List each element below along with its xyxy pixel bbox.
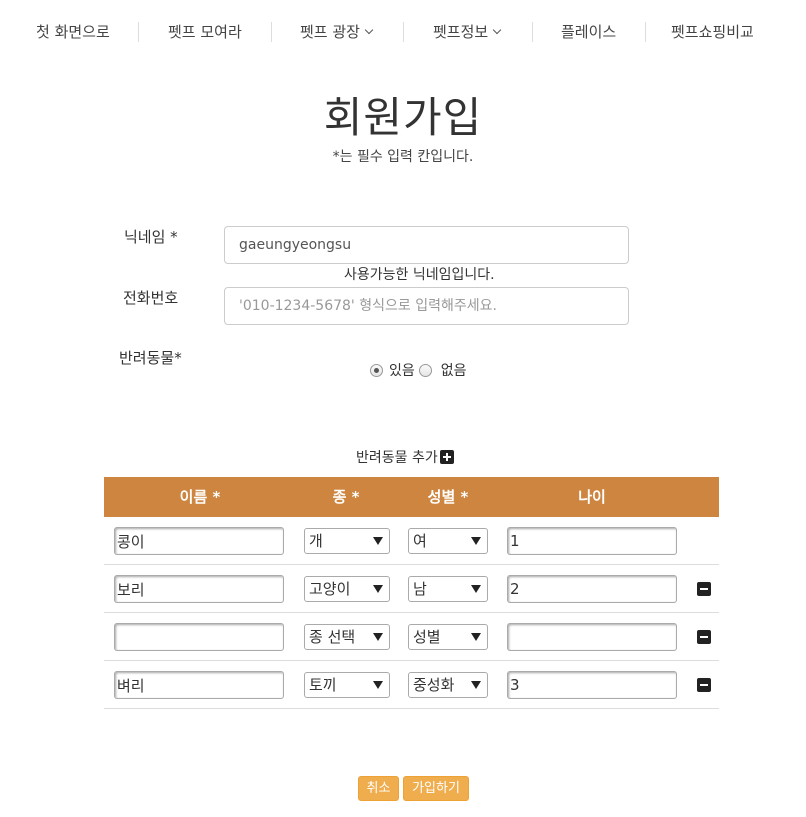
nav-item-plaza-label: 펫프 광장	[300, 23, 360, 41]
phone-input[interactable]	[224, 287, 629, 325]
add-pet-label: 반려동물 추가	[356, 450, 438, 466]
pet-yes-label: 있음	[389, 363, 415, 379]
column-header-species: 종 *	[332, 488, 360, 506]
nav-item-place[interactable]: 플레이스	[561, 20, 616, 44]
pet-name-input[interactable]	[114, 623, 284, 651]
cancel-button[interactable]: 취소	[358, 776, 399, 801]
nav-item-shopping-compare[interactable]: 펫프쇼핑비교	[671, 20, 754, 44]
pet-row: 토끼 중성화	[104, 661, 719, 709]
nickname-available-message: 사용가능한 닉네임입니다.	[344, 267, 495, 283]
pet-gender-value: 중성화	[413, 676, 455, 694]
column-header-age: 나이	[578, 488, 606, 506]
phone-label: 전화번호	[123, 289, 179, 307]
pet-gender-select[interactable]: 중성화	[408, 672, 488, 698]
nav-item-home[interactable]: 첫 화면으로	[36, 20, 110, 44]
pet-gender-select[interactable]: 여	[408, 528, 488, 554]
dropdown-arrow-icon	[373, 537, 383, 545]
chevron-down-icon	[364, 25, 374, 35]
add-pet-button[interactable]: 반려동물 추가	[356, 447, 454, 467]
pet-no-radio[interactable]	[418, 363, 432, 377]
pet-age-input[interactable]	[507, 575, 677, 603]
nav-divider	[271, 22, 272, 42]
pet-gender-value: 여	[413, 532, 427, 550]
pet-species-select[interactable]: 개	[304, 528, 390, 554]
pet-age-input[interactable]	[507, 671, 677, 699]
pet-gender-select[interactable]: 성별	[408, 624, 488, 650]
dropdown-arrow-icon	[373, 585, 383, 593]
pet-row: 고양이 남	[104, 565, 719, 613]
pet-species-value: 종 선택	[309, 628, 356, 646]
nickname-label: 닉네임 *	[124, 228, 178, 246]
page-title: 회원가입	[323, 93, 483, 142]
column-header-name: 이름 *	[179, 488, 221, 506]
dropdown-arrow-icon	[471, 585, 481, 593]
top-navigation: 첫 화면으로 펫프 모여라 펫프 광장 펫프정보 플레이스 펫프쇼핑비교	[0, 0, 806, 64]
pet-species-value: 고양이	[309, 580, 351, 598]
plus-icon[interactable]	[439, 450, 454, 464]
pet-species-value: 토끼	[309, 676, 337, 694]
pet-species-select[interactable]: 종 선택	[304, 624, 390, 650]
pet-species-select[interactable]: 토끼	[304, 672, 390, 698]
nav-item-info-label: 펫프정보	[433, 23, 489, 41]
pet-row: 개 여	[104, 517, 719, 565]
remove-row-icon[interactable]	[697, 630, 711, 644]
remove-row-icon[interactable]	[697, 678, 711, 692]
nickname-input[interactable]	[224, 226, 629, 264]
page-subtitle: *는 필수 입력 칸입니다.	[332, 149, 474, 165]
pet-radio-group: 있음 없음	[370, 360, 467, 380]
chevron-down-icon	[492, 25, 502, 35]
pet-species-select[interactable]: 고양이	[304, 576, 390, 602]
pet-gender-value: 성별	[413, 628, 441, 646]
column-header-gender: 성별 *	[427, 488, 469, 506]
signup-submit-button[interactable]: 가입하기	[403, 776, 469, 801]
nav-divider	[532, 22, 533, 42]
remove-row-icon[interactable]	[697, 582, 711, 596]
pet-name-input[interactable]	[114, 671, 284, 699]
nav-item-plaza[interactable]: 펫프 광장	[300, 20, 374, 44]
dropdown-arrow-icon	[373, 681, 383, 689]
pet-age-input[interactable]	[507, 527, 677, 555]
pet-no-label: 없음	[440, 363, 467, 379]
dropdown-arrow-icon	[471, 537, 481, 545]
pet-gender-select[interactable]: 남	[408, 576, 488, 602]
nav-item-gather[interactable]: 펫프 모여라	[168, 20, 242, 44]
dropdown-arrow-icon	[471, 633, 481, 641]
pet-table-header: 이름 * 종 * 성별 * 나이	[104, 477, 719, 517]
pet-name-input[interactable]	[114, 575, 284, 603]
pet-label: 반려동물*	[119, 349, 182, 367]
nav-divider	[403, 22, 404, 42]
pet-row: 종 선택 성별	[104, 613, 719, 661]
dropdown-arrow-icon	[373, 633, 383, 641]
pet-age-input[interactable]	[507, 623, 677, 651]
dropdown-arrow-icon	[471, 681, 481, 689]
nav-divider	[645, 22, 646, 42]
nav-item-info[interactable]: 펫프정보	[433, 20, 502, 44]
pet-yes-radio[interactable]	[370, 363, 383, 377]
pet-name-input[interactable]	[114, 527, 284, 555]
pet-gender-value: 남	[413, 580, 427, 598]
nav-divider	[138, 22, 139, 42]
pet-species-value: 개	[309, 532, 323, 550]
pet-table: 이름 * 종 * 성별 * 나이 개 여 고양이 남 종 선택 성별	[104, 477, 719, 709]
